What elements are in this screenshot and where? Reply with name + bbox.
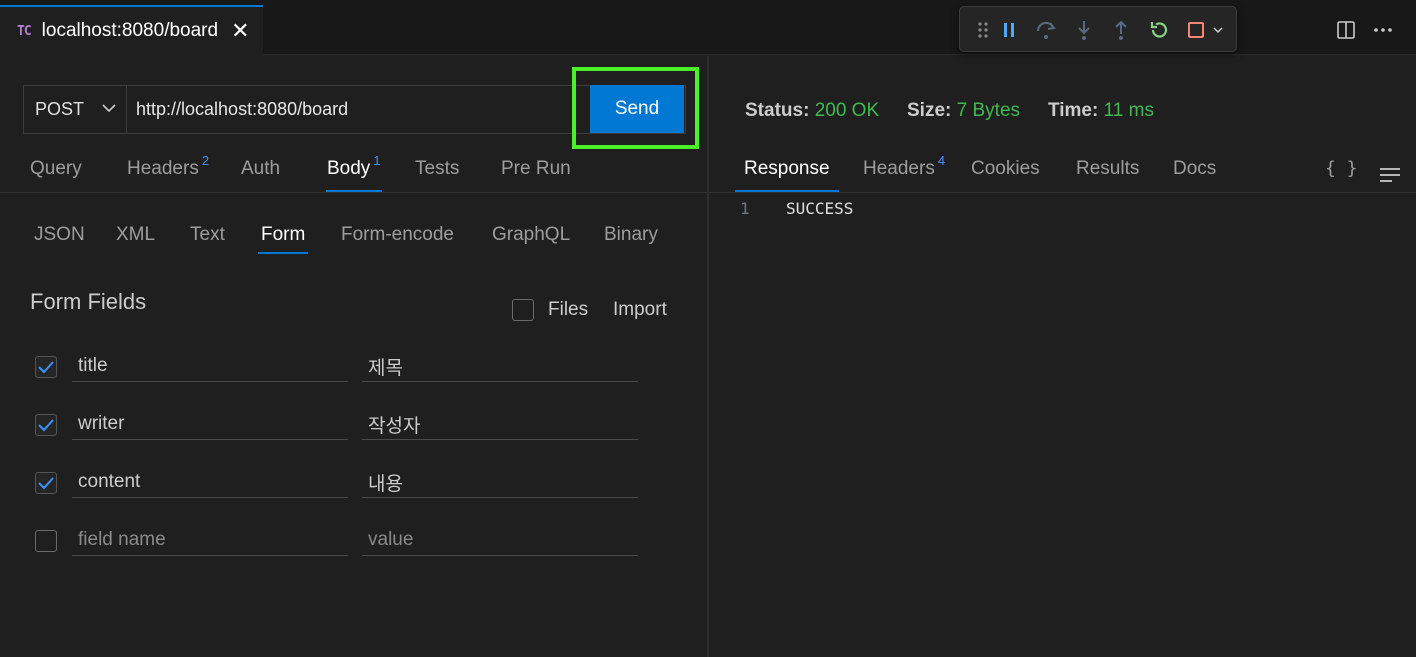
form-fields-title: Form Fields bbox=[30, 289, 147, 314]
send-button[interactable]: Send bbox=[590, 85, 684, 133]
import-button[interactable]: Import bbox=[613, 299, 667, 321]
status-info: Status: 200 OK bbox=[745, 100, 880, 121]
form-field-row: content 내용 bbox=[0, 454, 708, 504]
form-field-row: title 제목 bbox=[0, 338, 708, 388]
step-into-icon[interactable] bbox=[1073, 19, 1095, 41]
tab-query[interactable]: Query bbox=[30, 158, 82, 180]
field-value-input[interactable]: 제목 bbox=[362, 338, 638, 382]
response-body-text: SUCCESS bbox=[786, 199, 854, 218]
close-icon[interactable]: ✕ bbox=[231, 20, 249, 42]
tab-docs[interactable]: Docs bbox=[1173, 158, 1216, 180]
step-out-icon[interactable] bbox=[1110, 19, 1132, 41]
body-count-badge: 1 bbox=[373, 153, 381, 168]
step-over-icon[interactable] bbox=[1035, 19, 1057, 41]
format-json-icon[interactable]: { } bbox=[1325, 158, 1358, 179]
word-wrap-icon[interactable] bbox=[1379, 167, 1401, 188]
drag-handle-icon[interactable] bbox=[972, 19, 994, 41]
method-select[interactable]: POST bbox=[24, 86, 127, 133]
files-checkbox[interactable] bbox=[512, 299, 534, 321]
checkmark-icon bbox=[38, 361, 54, 374]
tab-response[interactable]: Response bbox=[735, 158, 839, 192]
field-enabled-checkbox[interactable] bbox=[35, 414, 57, 436]
more-actions-icon[interactable] bbox=[1372, 19, 1394, 41]
new-field-row: field name value bbox=[0, 512, 708, 562]
stop-icon[interactable] bbox=[1185, 19, 1207, 41]
body-type-tabs: JSON XML Text Form Form-encode GraphQL B… bbox=[0, 214, 708, 256]
field-name-input[interactable]: content bbox=[72, 454, 348, 498]
field-name-input[interactable]: title bbox=[72, 338, 348, 382]
new-field-value-input[interactable]: value bbox=[362, 512, 638, 556]
field-value-input[interactable]: 내용 bbox=[362, 454, 638, 498]
tab-cookies[interactable]: Cookies bbox=[971, 158, 1040, 180]
body-tab-form[interactable]: Form bbox=[257, 224, 309, 254]
headers-count-badge: 2 bbox=[201, 153, 210, 168]
method-label: POST bbox=[35, 99, 85, 119]
editor-tab[interactable]: TC localhost:8080/board ✕ bbox=[0, 5, 263, 55]
response-pane: Status: 200 OK Size: 7 Bytes Time: 11 ms… bbox=[709, 56, 1416, 657]
body-tab-text[interactable]: Text bbox=[190, 224, 225, 246]
body-tab-xml[interactable]: XML bbox=[116, 224, 155, 246]
tab-response-headers[interactable]: Headers 4 bbox=[863, 153, 945, 180]
chevron-down-icon[interactable] bbox=[1207, 19, 1229, 41]
tab-auth[interactable]: Auth bbox=[241, 158, 280, 180]
body-tab-json[interactable]: JSON bbox=[34, 224, 85, 246]
field-enabled-checkbox[interactable] bbox=[35, 472, 57, 494]
body-tab-binary[interactable]: Binary bbox=[604, 224, 658, 246]
body-tab-form-encode[interactable]: Form-encode bbox=[341, 224, 454, 246]
time-value: 11 ms bbox=[1103, 100, 1154, 121]
field-enabled-checkbox[interactable] bbox=[35, 530, 57, 552]
tab-title: localhost:8080/board bbox=[41, 20, 219, 41]
request-pane: POST Send Query Headers2 Auth Body1 Test… bbox=[0, 56, 708, 657]
form-field-row: writer 작성자 bbox=[0, 396, 708, 446]
chevron-down-icon bbox=[102, 104, 116, 113]
response-tabs: Response Headers 4 Cookies Results Docs {… bbox=[709, 150, 1416, 193]
time-info: Time: 11 ms bbox=[1048, 100, 1154, 121]
line-number: 1 bbox=[740, 199, 750, 218]
url-input[interactable] bbox=[128, 86, 588, 133]
debug-toolbar bbox=[959, 6, 1237, 52]
checkmark-icon bbox=[38, 477, 54, 490]
tab-pre-run[interactable]: Pre Run bbox=[501, 158, 571, 180]
editor-tab-strip: TC localhost:8080/board ✕ bbox=[0, 0, 1416, 55]
split-editor-icon[interactable] bbox=[1335, 19, 1357, 41]
thunder-client-icon: TC bbox=[17, 23, 32, 39]
tab-headers[interactable]: Headers 2 bbox=[127, 153, 209, 180]
request-tabs: Query Headers 2 Auth Body 1 Tests Pre Run bbox=[0, 150, 708, 193]
files-label: Files bbox=[548, 299, 589, 320]
size-value: 7 Bytes bbox=[956, 100, 1021, 121]
pause-icon[interactable] bbox=[998, 19, 1020, 41]
tab-results[interactable]: Results bbox=[1076, 158, 1139, 180]
tab-body[interactable]: Body 1 bbox=[326, 153, 382, 192]
new-field-name-input[interactable]: field name bbox=[72, 512, 348, 556]
field-value-input[interactable]: 작성자 bbox=[362, 396, 638, 440]
body-tab-graphql[interactable]: GraphQL bbox=[492, 224, 570, 246]
tab-tests[interactable]: Tests bbox=[415, 158, 459, 180]
status-value: 200 OK bbox=[814, 100, 880, 121]
field-enabled-checkbox[interactable] bbox=[35, 356, 57, 378]
response-body-line: 1 SUCCESS bbox=[709, 196, 1416, 222]
checkmark-icon bbox=[38, 419, 54, 432]
field-name-input[interactable]: writer bbox=[72, 396, 348, 440]
restart-icon[interactable] bbox=[1148, 19, 1170, 41]
response-headers-count-badge: 4 bbox=[937, 153, 946, 168]
size-info: Size: 7 Bytes bbox=[907, 100, 1021, 121]
